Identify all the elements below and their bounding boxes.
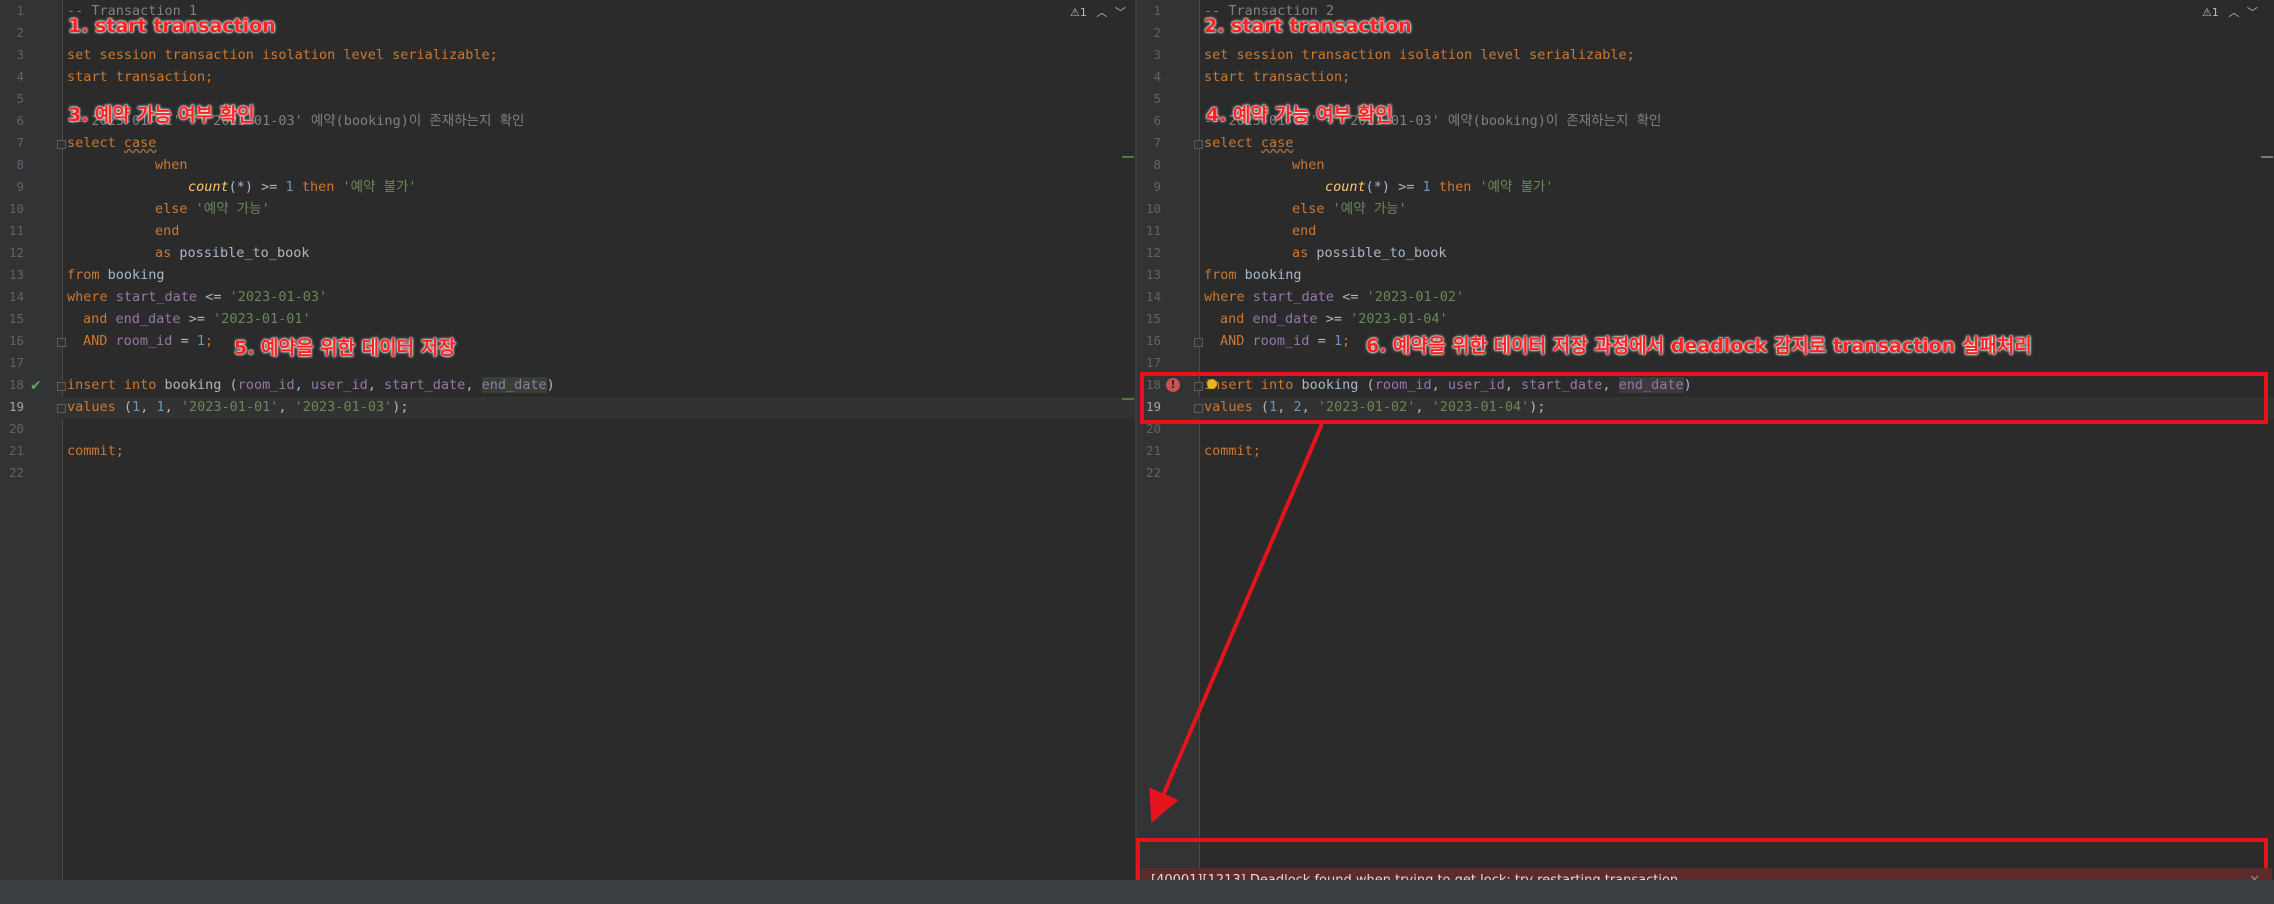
status-bar	[0, 880, 2274, 904]
arrow-icon	[1149, 423, 1324, 824]
